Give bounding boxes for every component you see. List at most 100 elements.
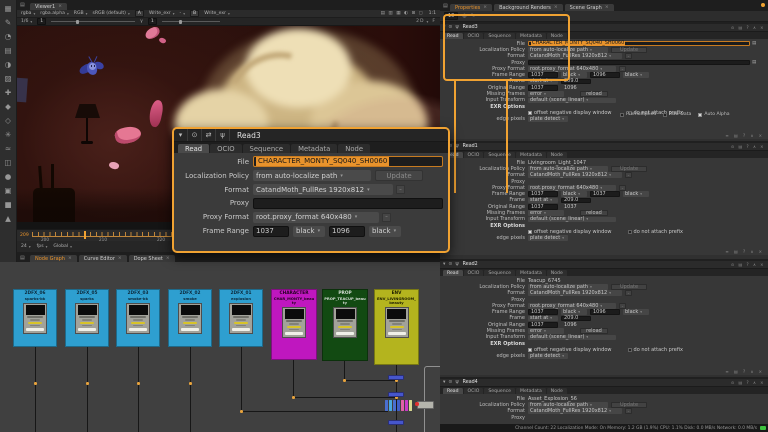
proxy-format-dropdown[interactable]: root.proxy_format 640x480 [253,212,379,223]
filter-icon[interactable]: ▨ [2,72,15,85]
raw-data-checkbox[interactable] [663,113,667,117]
format-dropdown[interactable]: CatandMoth_FullRes 1920x812 [528,408,622,414]
node[interactable] [405,400,408,411]
b-buffer-badge[interactable]: B [190,10,199,17]
panel-footer-icons[interactable]: ≡ ▤ ? ∧ × [725,249,764,254]
range-end-field[interactable]: 1096 [329,226,365,237]
tab-node-graph[interactable]: Node Graph [30,255,77,263]
channels-dropdown[interactable]: rgba [21,11,35,16]
node[interactable] [389,400,392,411]
read-node[interactable] [178,303,202,334]
gamma-slider[interactable] [162,21,220,22]
format-edit-button[interactable]: – [625,53,632,59]
update-button[interactable]: Update [611,47,647,53]
gamma-value[interactable]: 1 [148,18,157,25]
panel-header-icons[interactable]: ⊙ ▤ ? ∧ × [731,262,765,267]
edge-pixels-dropdown[interactable]: plate detect [528,116,568,122]
node[interactable] [397,400,400,411]
file-value[interactable]: Asset_Explosion_56 [528,396,577,402]
read-node[interactable] [385,307,409,338]
close-icon[interactable] [118,256,122,261]
node[interactable] [409,400,412,411]
frame-value-field[interactable]: 209.0 [561,198,591,204]
a-input-dropdown[interactable]: Write_exr [149,11,175,16]
floating-read3-panel[interactable]: ▾ ⊙ ⇄ ψ Read3 Read OCIO Sequence Metadat… [172,127,450,253]
transform-icon[interactable]: ◇ [2,114,15,127]
localization-dropdown[interactable]: from auto-localize path [528,284,608,290]
backdrop-2dfx-05[interactable]: 2DFX_05 sparks [65,289,109,347]
update-button[interactable]: Update [375,170,423,181]
panel-header[interactable]: ▾ ⊙ ψ Read1 ⊙ ▤ ? ∧ × [440,143,768,151]
panel-footer-icons[interactable]: ≡ ▤ ? ∧ × [725,133,764,138]
proxy-format-edit-button[interactable]: – [619,303,626,309]
format-dropdown[interactable]: CatandMoth_FullRes 1920x812 [528,172,622,178]
premultiplied-checkbox[interactable] [620,113,624,117]
viewer-tab[interactable]: Viewer1 [30,3,67,11]
color-icon[interactable]: ◑ [2,58,15,71]
tab-dope-sheet[interactable]: Dope Sheet [129,255,175,263]
read-node[interactable] [75,303,99,334]
zoom-level[interactable]: 1:1 [429,11,436,16]
node-graph[interactable]: 2DFX_06 sparks-bk 2DFX_05 sparks 2DFX_03… [0,262,440,432]
floating-panel-header[interactable]: ▾ ⊙ ⇄ ψ Read3 [174,129,448,142]
swap-icon[interactable]: ⇄ [202,129,216,141]
before-dropdown[interactable]: black [293,226,325,237]
gain-slider-knob[interactable] [76,20,79,24]
center-icon[interactable]: ⊙ [448,380,452,385]
edge-pixels-dropdown[interactable]: plate detect [528,235,568,241]
orig-start-field[interactable]: 1037 [528,85,558,91]
range-start-field[interactable]: 1037 [528,309,558,315]
close-icon[interactable] [58,4,62,9]
proxy-format-edit-button[interactable]: – [619,185,626,191]
folder-icon[interactable] [752,41,756,46]
input-transform-dropdown[interactable]: default (scene_linear) [528,335,616,341]
close-icon[interactable] [554,5,558,10]
file-value[interactable]: Teacup_6745 [528,278,561,284]
center-icon[interactable]: ⊙ [448,262,452,267]
backdrop-2dfx-06[interactable]: 2DFX_06 sparks-bk [13,289,57,347]
range-start-field[interactable]: 1037 [528,191,558,197]
viewer-icon-strip[interactable]: ▤ ▥ ▦ ◐ ⊞ ◻ [381,11,424,16]
panel-header-icons[interactable]: ⊙ ▤ ? ∧ × [731,25,765,30]
panel-footer-icons[interactable]: ≡ ▤ ? ∧ × [725,369,764,374]
file-value[interactable]: Livingroom_Light_1047 [528,160,586,166]
collapse-icon[interactable]: ▾ [443,380,445,385]
backdrop-prop[interactable]: PROP PROP_TEACUP_beauty [322,289,368,361]
format-edit-button[interactable]: – [625,408,632,414]
offset-checkbox[interactable] [528,111,532,115]
tab-sequence[interactable]: Sequence [243,144,291,154]
frame-range-mode-dropdown[interactable]: Global [53,244,71,249]
tab-ocio[interactable]: OCIO [210,144,241,154]
range-start-field[interactable]: 1037 [253,226,289,237]
frame-value-field[interactable]: 209.0 [561,316,591,322]
node[interactable] [401,400,404,411]
metadata-icon[interactable]: ▣ [2,184,15,197]
viewer-lut-dropdown[interactable]: sRGB (default) [92,11,129,16]
tab-properties[interactable]: Properties [450,4,492,12]
update-button[interactable]: Update [611,284,647,290]
close-icon[interactable] [68,256,72,261]
format-dropdown[interactable]: CatandMoth_FullRes 1920x812 [253,184,393,195]
node[interactable] [393,400,396,411]
gain-slider[interactable] [51,21,135,22]
merge-node[interactable] [388,392,404,397]
read-node[interactable] [229,303,253,334]
proxy-format-dropdown[interactable]: root.proxy_format 640x480 [528,185,616,191]
after-dropdown[interactable]: black [623,309,649,315]
node[interactable] [417,401,434,409]
backdrop-character[interactable]: CHARACTER CHAR_MONTY_beauty [271,289,317,360]
close-icon[interactable] [166,256,170,261]
tab-read[interactable]: Read [178,144,209,154]
ab-blend-dropdown[interactable]: - [180,11,185,16]
image-icon[interactable]: ▦ [2,2,15,15]
tab-scene-graph[interactable]: Scene Graph [565,4,614,12]
proxy-format-edit-button[interactable]: – [619,66,626,72]
reload-button[interactable]: reload [580,210,608,216]
missing-frames-dropdown[interactable]: error [528,210,564,216]
stereo-flag[interactable]: F [432,19,436,24]
collapse-icon[interactable]: ▾ [443,262,445,267]
display-channel-dropdown[interactable]: RGB [74,11,88,16]
node-cluster[interactable] [385,400,412,411]
panel-header[interactable]: ▾ ⊙ ψ Read4 ⊙ ▤ ? ∧ × [440,379,768,387]
before-dropdown[interactable]: black [561,191,587,197]
